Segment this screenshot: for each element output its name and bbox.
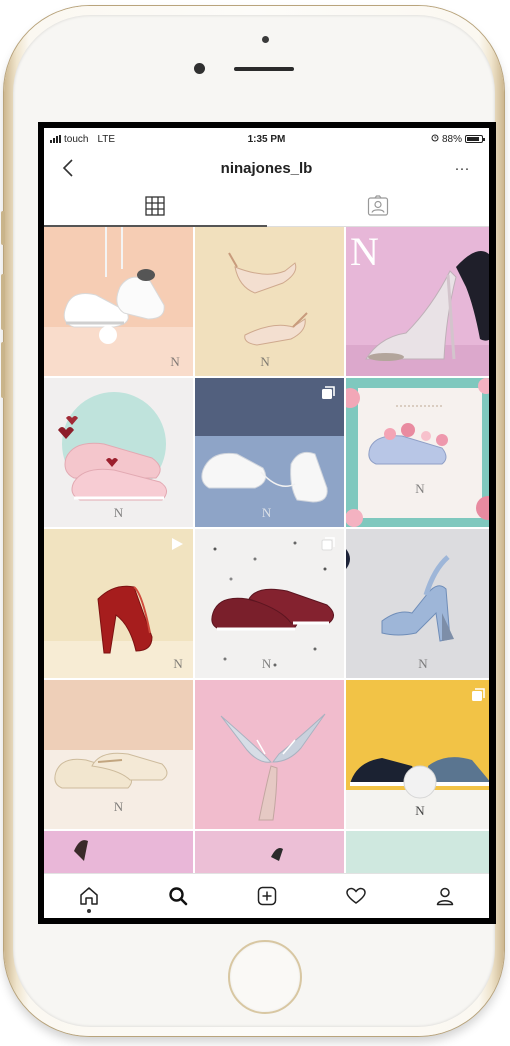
proximity-sensor: [262, 36, 269, 43]
brand-watermark: N: [261, 656, 272, 671]
nav-profile[interactable]: [425, 876, 465, 916]
profile-icon: [436, 887, 453, 906]
battery-percent: 88%: [441, 133, 462, 145]
brand-watermark: N: [415, 803, 425, 818]
network-type: LTE: [97, 133, 116, 145]
brand-watermark: N: [415, 481, 425, 496]
volume-up-button: [1, 274, 5, 330]
posts-grid: N N N N N N N N N N N: [44, 227, 489, 918]
carousel-icon: [321, 537, 335, 556]
grid-icon: [145, 196, 165, 216]
add-post-icon: [257, 886, 276, 906]
brand-watermark: N: [260, 354, 270, 369]
tab-tagged[interactable]: [267, 186, 490, 226]
phone-screen: touch LTE 1:35 PM 88% ninajones_lb ··· N…: [38, 122, 496, 924]
brand-watermark: N: [170, 354, 180, 369]
carousel-icon: [321, 386, 335, 405]
instagram-app: touch LTE 1:35 PM 88% ninajones_lb ··· N…: [44, 128, 489, 918]
post-thumbnail[interactable]: N: [44, 680, 193, 829]
tab-grid[interactable]: [44, 186, 267, 227]
more-options-button[interactable]: ···: [449, 156, 475, 180]
mute-switch: [1, 211, 5, 245]
bottom-navigation: [44, 873, 489, 918]
brand-watermark: N: [173, 656, 183, 671]
video-icon: [170, 537, 184, 556]
profile-header: ninajones_lb ···: [44, 150, 489, 186]
profile-tabs: [44, 186, 489, 227]
back-button[interactable]: [56, 156, 80, 180]
post-thumbnail[interactable]: N: [44, 378, 193, 527]
carrier-name: touch: [64, 133, 89, 145]
brand-watermark: N: [261, 505, 272, 520]
nav-new-post[interactable]: [247, 876, 287, 916]
chevron-left-icon: [62, 159, 73, 177]
status-bar: touch LTE 1:35 PM 88%: [44, 128, 489, 150]
brand-watermark: N: [418, 656, 428, 671]
heart-icon: [345, 887, 366, 904]
active-indicator: [86, 909, 91, 913]
home-button[interactable]: [228, 940, 302, 1014]
brand-watermark: N: [113, 505, 124, 520]
search-icon: [168, 887, 187, 906]
nav-home[interactable]: [69, 876, 109, 916]
earpiece-speaker: [234, 67, 294, 71]
signal-icon: [50, 135, 61, 143]
post-thumbnail[interactable]: N: [195, 227, 344, 376]
volume-down-button: [1, 342, 5, 398]
svg-text:N: N: [350, 229, 379, 274]
post-thumbnail[interactable]: [195, 680, 344, 829]
tagged-photos-icon: [367, 195, 388, 216]
home-icon: [79, 887, 98, 905]
nav-activity[interactable]: [336, 876, 376, 916]
post-thumbnail[interactable]: N: [346, 227, 489, 376]
nav-search[interactable]: [158, 876, 198, 916]
brand-watermark: N: [113, 799, 124, 814]
post-thumbnail[interactable]: N: [195, 529, 344, 678]
post-thumbnail[interactable]: N: [195, 378, 344, 527]
alarm-icon: [431, 134, 439, 145]
battery-icon: [465, 135, 485, 143]
front-camera: [194, 63, 205, 74]
post-thumbnail[interactable]: N: [346, 378, 489, 527]
more-horizontal-icon: ···: [454, 159, 470, 177]
post-thumbnail[interactable]: N: [346, 680, 489, 829]
post-thumbnail[interactable]: N: [44, 529, 193, 678]
post-thumbnail[interactable]: N: [346, 529, 489, 678]
profile-username: ninajones_lb: [220, 159, 313, 177]
post-thumbnail[interactable]: N: [44, 227, 193, 376]
carousel-icon: [471, 688, 485, 707]
